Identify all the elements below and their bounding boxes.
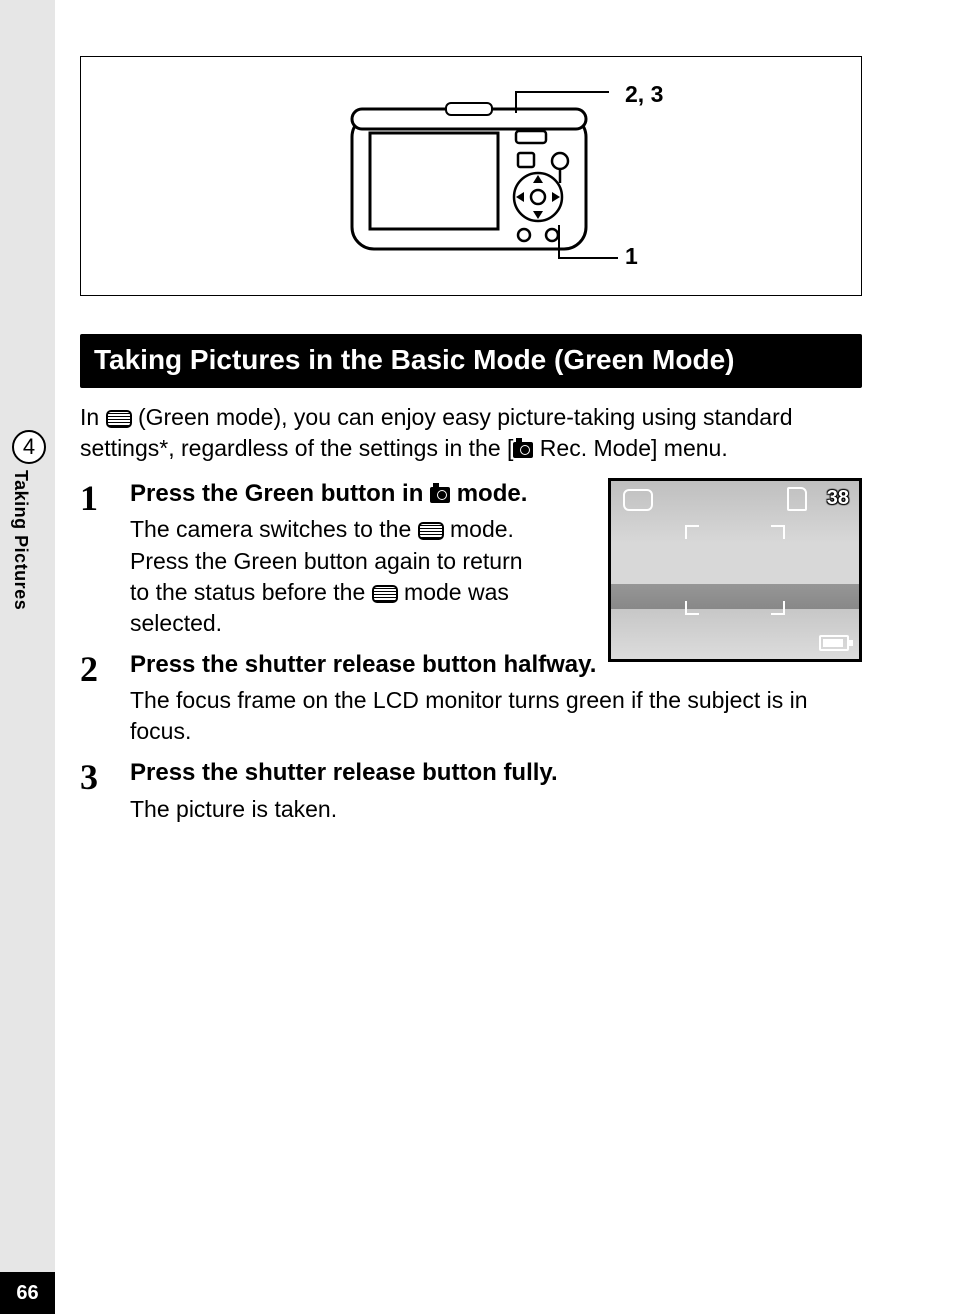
lcd-card-icon [787,487,807,511]
intro-text-3: Rec. Mode] menu. [533,435,727,461]
lcd-remaining-count: 38 [827,487,849,510]
green-mode-inline-icon [372,585,398,603]
intro-text-1: In [80,404,106,430]
step-number: 3 [80,757,130,824]
green-mode-inline-icon [106,410,132,428]
lcd-battery-icon [819,635,849,651]
step-description: The picture is taken. [130,794,862,825]
callout-green-button: 1 [625,243,638,270]
step-description: The camera switches to the mode. Press t… [130,514,530,638]
step-description: The focus frame on the LCD monitor turns… [130,685,862,747]
camera-back-illustration [346,87,592,267]
page-content: 2, 3 1 Taking Pictures in the Basic Mode… [80,56,862,835]
intro-paragraph: In (Green mode), you can enjoy easy pict… [80,402,862,464]
chapter-side-tab: 4 Taking Pictures [10,430,48,610]
green-mode-icon [836,360,862,380]
camera-diagram: 2, 3 1 [80,56,862,296]
lcd-mode-icon [623,489,653,511]
lcd-preview: 38 [608,478,862,662]
page-left-gutter [0,0,55,1314]
camera-inline-icon [513,442,533,458]
step-number: 2 [80,649,130,747]
step-heading: Press the Green button in mode. [130,478,530,510]
chapter-label: Taking Pictures [10,470,31,610]
chapter-number: 4 [12,430,46,464]
step-3: 3 Press the shutter release button fully… [80,757,862,824]
callout-shutter-button: 2, 3 [625,81,663,108]
page-number: 66 [0,1272,55,1314]
steps-area: 38 1 Press the Green button in mode. The… [80,478,862,825]
section-title: Taking Pictures in the Basic Mode (Green… [80,334,862,388]
step-number: 1 [80,478,130,639]
green-mode-inline-icon [418,522,444,540]
step-heading: Press the shutter release button fully. [130,757,862,789]
camera-inline-icon [430,487,450,503]
step-2: 2 Press the shutter release button halfw… [80,649,862,747]
